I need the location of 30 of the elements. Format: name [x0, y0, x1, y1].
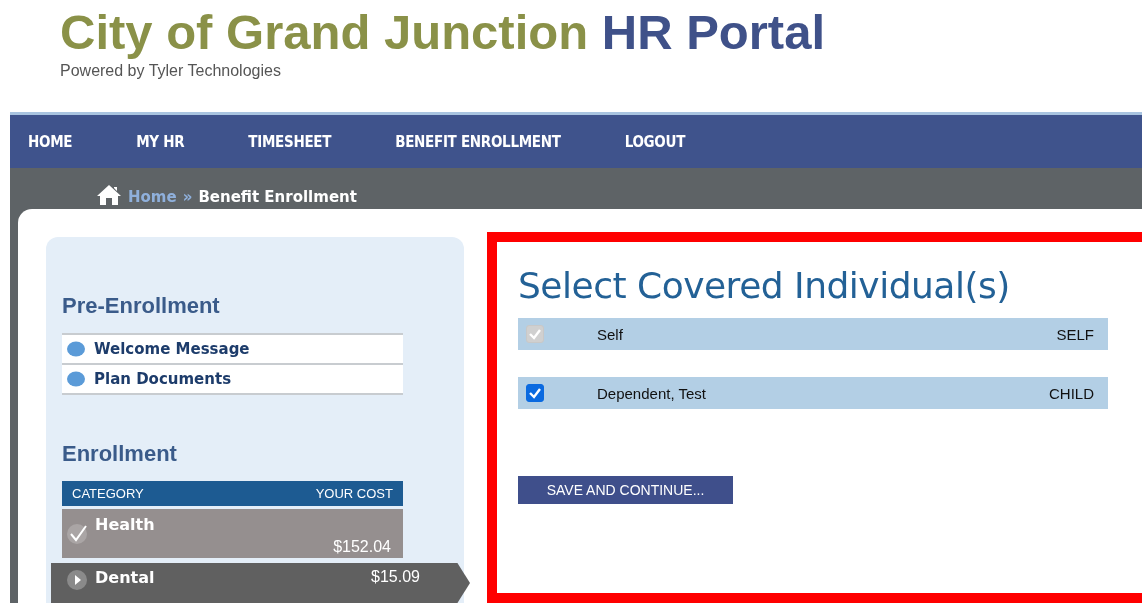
- category-name: Health: [95, 515, 155, 534]
- relationship-label: CHILD: [1049, 384, 1094, 402]
- column-header: YOUR COST: [315, 486, 393, 501]
- page-heading: Select Covered Individual(s): [518, 265, 1011, 306]
- nav-link[interactable]: BENEFIT ENROLLMENT: [395, 132, 561, 151]
- section-heading: Pre-Enrollment: [62, 293, 221, 319]
- individual-name: Dependent, Test: [596, 384, 707, 402]
- home-icon: [96, 184, 122, 206]
- save-button[interactable]: SAVE AND CONTINUE...: [518, 476, 733, 504]
- checkbox[interactable]: [526, 384, 544, 402]
- relationship-label: SELF: [1056, 325, 1094, 343]
- nav-link[interactable]: MY HR: [136, 132, 185, 151]
- individual-name: Self: [596, 325, 624, 343]
- category-cost: $152.04: [333, 538, 391, 556]
- category-cost: $15.09: [371, 568, 420, 586]
- section-heading: Enrollment: [62, 441, 178, 467]
- category-row[interactable]: Dental $15.09: [51, 563, 470, 603]
- dot-icon: [67, 371, 85, 387]
- nav-link[interactable]: TIMESHEET: [248, 132, 332, 151]
- breadcrumb-current: Benefit Enrollment: [198, 188, 357, 206]
- portal-title: City of Grand Junction HR Portal: [60, 4, 826, 60]
- breadcrumb-separator: »: [182, 188, 193, 206]
- nav-link[interactable]: LOGOUT: [624, 132, 686, 151]
- column-header: CATEGORY: [72, 486, 144, 501]
- sidebar-item[interactable]: Plan Documents: [62, 365, 403, 395]
- category-name: Dental: [95, 568, 155, 587]
- nav-link[interactable]: HOME: [28, 132, 73, 151]
- portal-subtitle: Powered by Tyler Technologies: [60, 62, 282, 80]
- dot-icon: [67, 341, 85, 357]
- sidebar-item[interactable]: Welcome Message: [62, 335, 403, 365]
